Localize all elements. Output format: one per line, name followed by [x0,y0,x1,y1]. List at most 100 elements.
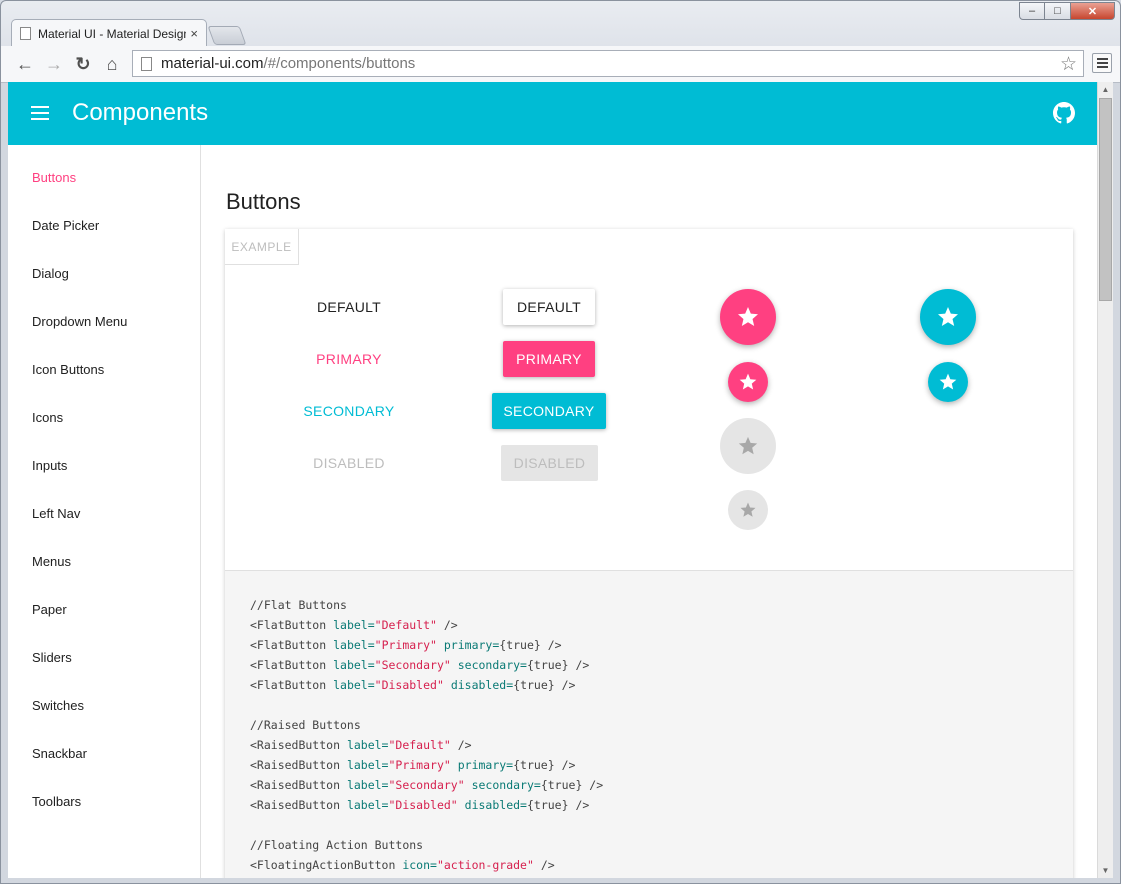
code-token: /> [436,618,458,632]
code-line: <RaisedButton label="Secondary" secondar… [250,775,603,795]
code-token: "Secondary" [388,778,465,792]
code-token: secondary= [464,778,541,792]
raised-button-primary[interactable]: PRIMARY [503,341,595,377]
tab-close-icon[interactable]: × [190,26,198,41]
flat-button-secondary[interactable]: SECONDARY [289,393,409,429]
code-token: label= [333,618,375,632]
code-line: <FlatButton label="Primary" primary={tru… [250,635,562,655]
sidebar-item-dialog[interactable]: Dialog [32,266,69,281]
bookmark-star-icon[interactable]: ☆ [1060,53,1077,76]
code-token: "Default" [374,618,437,632]
reload-icon[interactable]: ↻ [71,52,95,76]
forward-icon[interactable]: → [42,52,66,76]
fab-primary[interactable] [720,289,776,345]
code-token: {true} /> [526,658,590,672]
code-token: <FlatButton [250,678,334,692]
fab-secondary-mini[interactable] [928,362,968,402]
hamburger-icon[interactable] [31,106,49,120]
close-window-button[interactable]: ✕ [1071,2,1115,20]
raised-button-secondary[interactable]: SECONDARY [492,393,606,429]
code-token: "Default" [388,738,451,752]
code-line: <FloatingActionButton icon="action-grade… [250,855,555,875]
code-token: {true} /> [513,678,576,692]
scroll-thumb[interactable] [1099,98,1112,301]
star-icon [740,502,756,517]
maximize-button[interactable]: □ [1045,2,1071,20]
code-line: <RaisedButton label="Disabled" disabled=… [250,795,589,815]
page-icon [20,27,31,40]
page-icon [141,56,152,71]
code-token: <RaisedButton [250,798,347,812]
scroll-down-arrow-icon[interactable]: ▼ [1098,863,1113,878]
flat-button-default[interactable]: DEFAULT [289,289,409,325]
code-token: label= [346,738,389,752]
sidebar-item-icon-buttons[interactable]: Icon Buttons [32,362,104,377]
scroll-up-arrow-icon[interactable]: ▲ [1098,82,1113,97]
flat-button-disabled: DISABLED [313,455,385,471]
fab-disabled [720,418,776,474]
window-controls: – □ ✕ [1019,2,1115,20]
code-line: //Raised Buttons [250,715,361,735]
fab-secondary[interactable] [920,289,976,345]
example-tab[interactable]: EXAMPLE [225,229,299,265]
back-icon[interactable]: ← [13,52,37,76]
sidebar-item-icons[interactable]: Icons [32,410,63,425]
code-token: label= [346,778,389,792]
sidebar-item-date-picker[interactable]: Date Picker [32,218,99,233]
address-bar[interactable]: material-ui.com/#/components/buttons ☆ [132,50,1084,77]
fab-primary-mini[interactable] [728,362,768,402]
code-token: {true} /> [499,638,562,652]
page-viewport: Components Buttons Date Picker Dialog Dropd… [8,82,1097,878]
sidebar-item-snackbar[interactable]: Snackbar [32,746,87,761]
flat-button-primary[interactable]: PRIMARY [289,341,409,377]
code-line: <FlatButton label="Default" /> [250,615,458,635]
code-token: label= [346,758,389,772]
code-token: "Secondary" [374,658,451,672]
code-token: label= [333,678,375,692]
code-token: <FloatingActionButton [250,858,403,872]
sidebar-item-sliders[interactable]: Sliders [32,650,72,665]
browser-menu-icon[interactable] [1092,53,1112,73]
raised-button-disabled: DISABLED [501,445,598,481]
code-token: "Disabled" [374,678,444,692]
star-icon [738,307,758,326]
sidebar-item-inputs[interactable]: Inputs [32,458,67,473]
sidebar-item-paper[interactable]: Paper [32,602,67,617]
url-path: /#/components/buttons [263,55,416,72]
code-token: <FlatButton [250,618,334,632]
code-token: label= [333,658,375,672]
code-token: //Raised Buttons [250,718,361,732]
raised-button-default[interactable]: DEFAULT [503,289,595,325]
code-token: icon= [402,858,437,872]
left-nav: Buttons Date Picker Dialog Dropdown Menu Ico… [8,145,201,878]
code-line: <FlatButton label="Disabled" disabled={t… [250,675,575,695]
code-token: /> [450,738,472,752]
sidebar-item-left-nav[interactable]: Left Nav [32,506,80,521]
code-token: /> [533,858,555,872]
code-token: {true} /> [513,758,576,772]
code-token: disabled= [443,678,514,692]
code-line: <FlatButton label="Secondary" secondary=… [250,655,589,675]
sidebar-item-menus[interactable]: Menus [32,554,71,569]
code-token: "action-grade" [436,858,534,872]
star-icon [939,373,957,390]
browser-tab[interactable]: Material UI - Material Design × [11,19,207,47]
code-line: <RaisedButton label="Default" /> [250,735,472,755]
fab-disabled-mini [728,490,768,530]
minimize-button[interactable]: – [1019,2,1045,20]
sidebar-item-buttons[interactable]: Buttons [32,170,76,185]
sidebar-item-switches[interactable]: Switches [32,698,84,713]
code-token: //Flat Buttons [250,598,347,612]
new-tab-button[interactable] [207,26,247,45]
home-icon[interactable]: ⌂ [100,52,124,76]
code-token: {true} /> [526,798,590,812]
code-token: //Floating Action Buttons [250,838,424,852]
page-scrollbar[interactable]: ▲ ▼ [1097,82,1113,878]
sidebar-item-dropdown-menu[interactable]: Dropdown Menu [32,314,127,329]
code-line: <RaisedButton label="Primary" primary={t… [250,755,575,775]
github-icon[interactable] [1053,102,1075,124]
sidebar-item-toolbars[interactable]: Toolbars [32,794,81,809]
code-token: {true} /> [540,778,604,792]
main-content: Buttons EXAMPLE DEFAULT PRIMARY SECONDAR… [201,145,1097,878]
code-line: //Flat Buttons [250,595,347,615]
